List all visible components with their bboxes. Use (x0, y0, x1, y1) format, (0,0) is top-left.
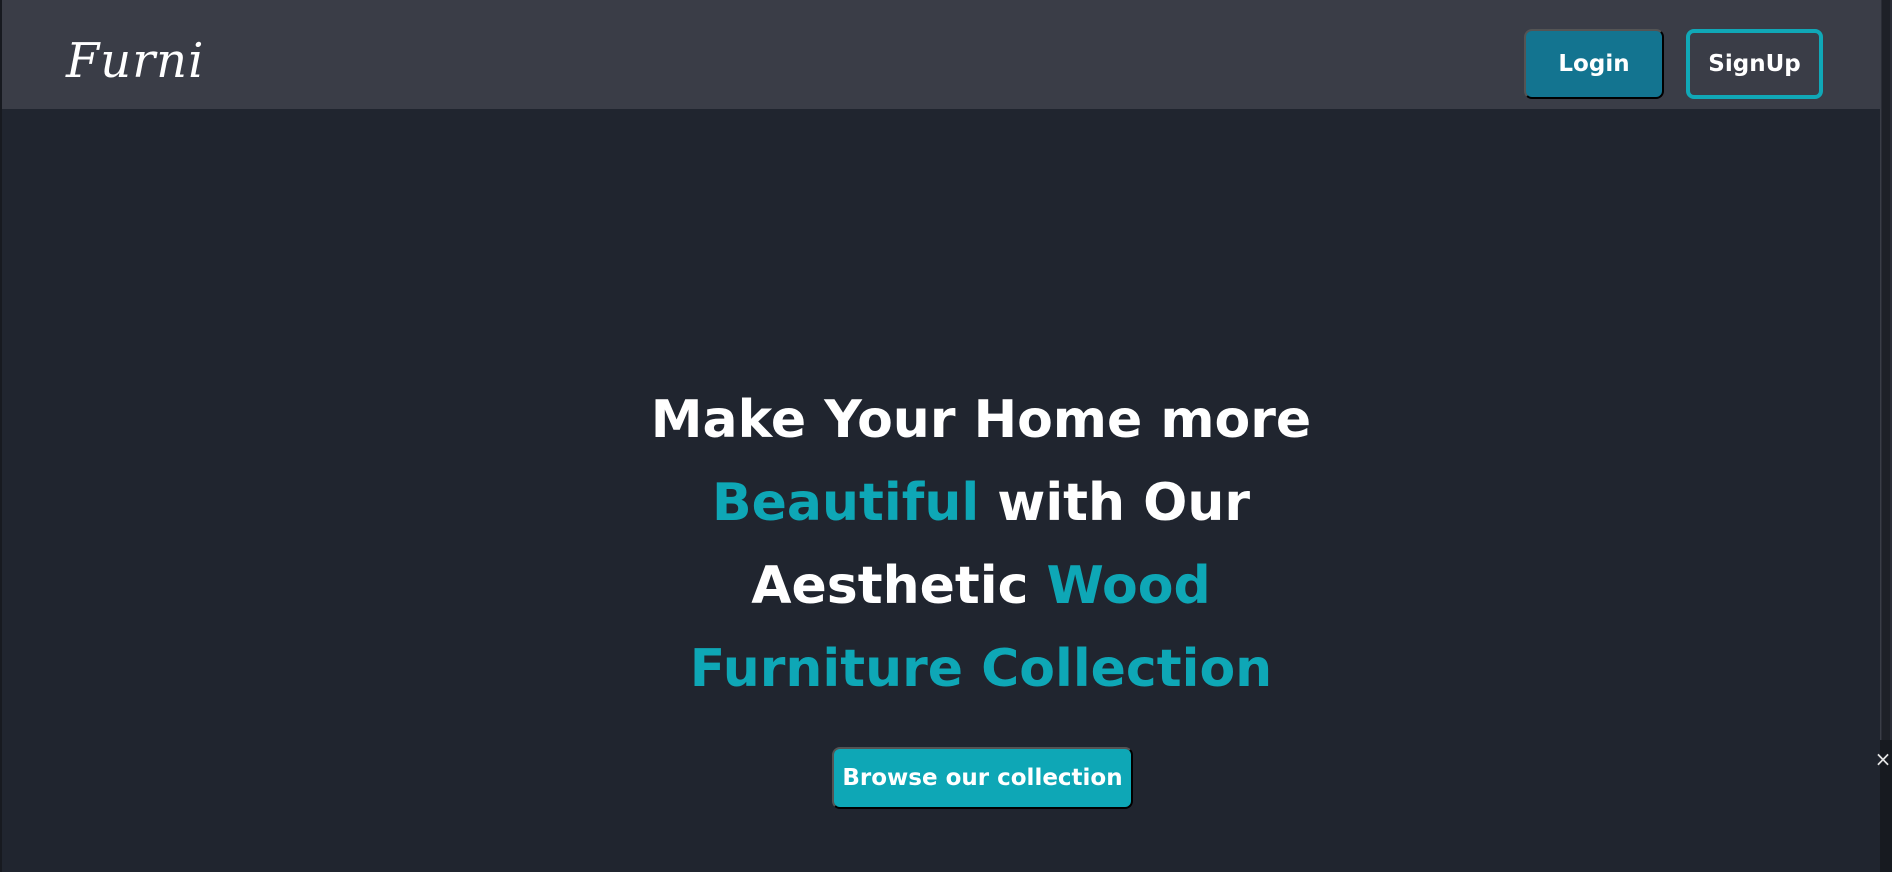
hero-line-4: Furniture Collection (0, 628, 1892, 711)
page: Furni Login SignUp Make Your Home more B… (0, 0, 1892, 872)
hero-heading-text: Make Your Home more (650, 390, 1312, 450)
hero-heading-text: with Our (979, 473, 1250, 533)
hero-accent-beautiful: Beautiful (712, 473, 980, 533)
brand-logo[interactable]: Furni (66, 30, 204, 92)
hero-accent-wood: Wood (1046, 556, 1211, 616)
close-icon[interactable]: × (1874, 744, 1892, 774)
hero-accent-collection: Furniture Collection (689, 639, 1273, 699)
browse-collection-button[interactable]: Browse our collection (832, 747, 1133, 809)
login-button[interactable]: Login (1524, 29, 1664, 99)
scrollbar-thumb[interactable] (1882, 0, 1890, 740)
hero-line-2: Beautiful with Our (0, 462, 1892, 545)
hero-line-3: Aesthetic Wood (0, 545, 1892, 628)
hero-heading-text: Aesthetic (751, 556, 1047, 616)
site-header: Furni Login SignUp (2, 0, 1880, 109)
signup-button[interactable]: SignUp (1686, 29, 1823, 99)
hero-section: Make Your Home more Beautiful with Our A… (0, 379, 1892, 711)
hero-line-1: Make Your Home more (0, 379, 1892, 462)
